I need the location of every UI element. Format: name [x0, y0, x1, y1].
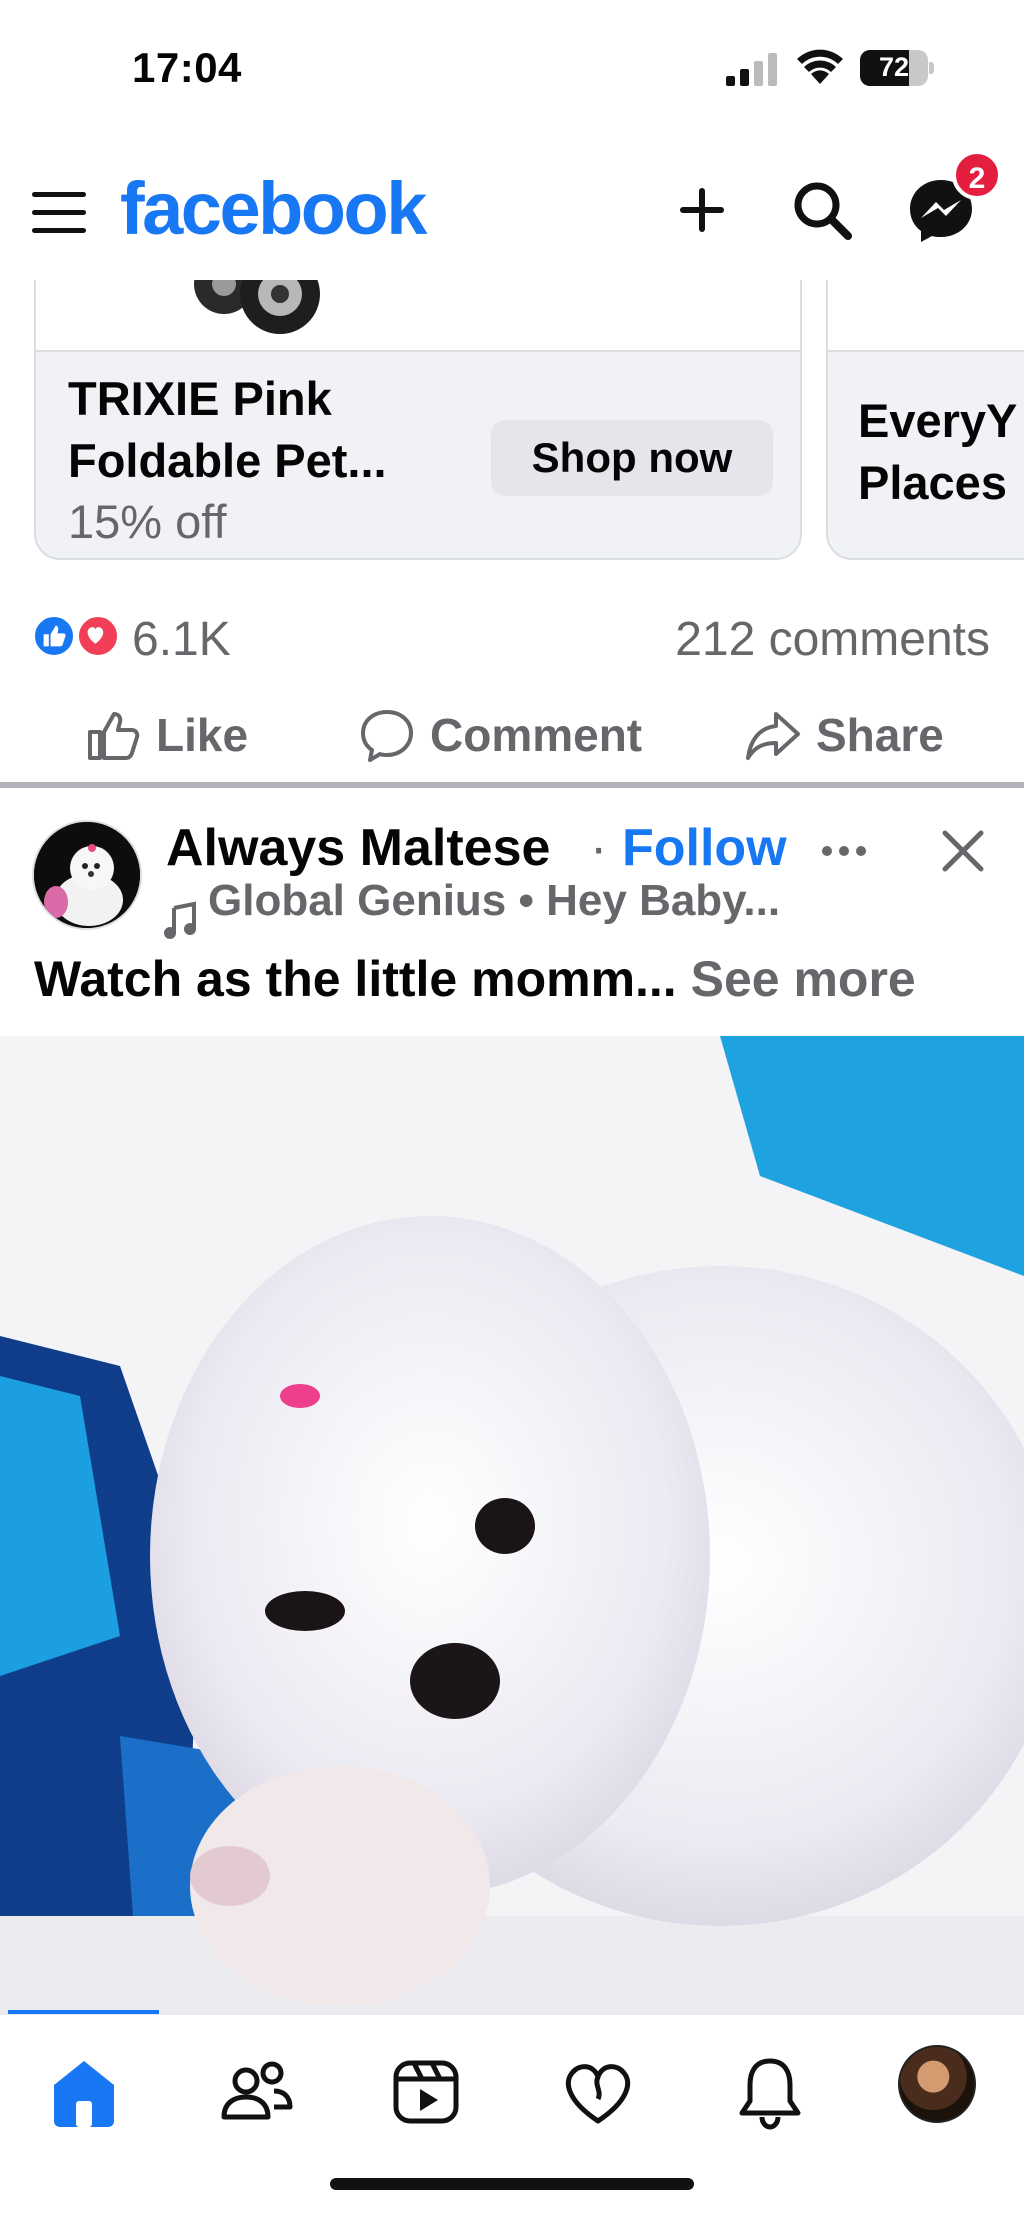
facebook-logo[interactable]: facebook	[120, 166, 427, 251]
comment-button[interactable]: Comment	[358, 698, 642, 772]
audio-track[interactable]: Global Genius • Hey Baby...	[208, 876, 780, 926]
home-indicator[interactable]	[330, 2178, 694, 2190]
app-header: facebook	[0, 150, 1024, 280]
ad-title[interactable]: TRIXIE Pink Foldable Pet...	[68, 368, 488, 492]
maltese-dog-image	[0, 1036, 1024, 2014]
cellular-signal-icon	[726, 53, 777, 86]
notifications-icon[interactable]	[730, 2051, 810, 2131]
battery-tip	[929, 62, 934, 74]
comment-count[interactable]: 212 comments	[675, 612, 990, 667]
share-icon	[746, 712, 800, 760]
post-caption[interactable]: Watch as the little momm... See more	[34, 950, 916, 1008]
shop-now-button[interactable]: Shop now	[491, 420, 773, 496]
battery-body: 72	[860, 50, 928, 86]
caption-text: Watch as the little momm...	[34, 951, 677, 1007]
dating-icon[interactable]	[558, 2051, 638, 2131]
friends-icon[interactable]	[216, 2051, 296, 2131]
feed-divider	[0, 782, 1024, 788]
more-options-icon[interactable]	[820, 844, 868, 858]
close-icon[interactable]	[940, 828, 986, 874]
ad-card-next[interactable]: EveryY Places	[826, 280, 1024, 560]
share-label: Share	[816, 709, 944, 761]
post-video[interactable]	[0, 1036, 1024, 2014]
ad-card[interactable]: TRIXIE Pink Foldable Pet... 15% off Shop…	[34, 280, 802, 560]
plus-icon[interactable]	[676, 184, 728, 236]
status-time: 17:04	[132, 44, 242, 91]
reactions-summary[interactable]: 6.1K 212 comments	[0, 600, 1024, 680]
ad-title-line: EveryY	[858, 394, 1018, 447]
like-button[interactable]: Like	[84, 698, 248, 772]
follow-button[interactable]: Follow	[622, 818, 787, 878]
separator-dot: ·	[590, 819, 608, 877]
video-icon[interactable]	[386, 2051, 466, 2131]
love-reaction-icon	[76, 614, 120, 658]
ad-title-line: Places	[858, 456, 1007, 509]
see-more-link[interactable]: See more	[691, 951, 916, 1007]
profile-avatar[interactable]	[898, 2045, 976, 2123]
comment-label: Comment	[430, 709, 643, 761]
messenger-badge: 2	[952, 150, 1002, 200]
menu-line	[32, 228, 86, 233]
ad-carousel[interactable]: TRIXIE Pink Foldable Pet... 15% off Shop…	[0, 280, 1024, 582]
share-button[interactable]: Share	[744, 698, 944, 772]
music-note-icon	[164, 901, 196, 939]
post-header: Always Maltese · Follow Global Genius • …	[0, 800, 1024, 1030]
home-icon[interactable]	[44, 2051, 124, 2131]
stroller-wheels-icon	[194, 280, 320, 334]
ad-title[interactable]: EveryY Places	[858, 390, 1024, 514]
like-label: Like	[156, 709, 249, 761]
comment-icon	[361, 710, 413, 762]
battery-level: 72	[878, 52, 910, 82]
product-image[interactable]	[828, 280, 1024, 352]
search-icon[interactable]	[790, 178, 854, 242]
page-avatar[interactable]	[32, 820, 142, 930]
menu-line	[32, 192, 86, 197]
menu-icon[interactable]	[32, 186, 88, 238]
page-name[interactable]: Always Maltese	[166, 818, 550, 878]
wifi-icon	[797, 49, 843, 84]
product-image[interactable]	[36, 280, 800, 352]
thumbs-up-icon	[88, 712, 140, 760]
like-reaction-icon	[32, 614, 76, 658]
ad-discount: 15% off	[68, 495, 227, 548]
menu-line	[32, 210, 86, 215]
battery-indicator: 72	[860, 50, 934, 86]
post-actions: Like Comment Share	[0, 690, 1024, 780]
status-bar: 17:04 72	[0, 0, 1024, 135]
reaction-count[interactable]: 6.1K	[132, 612, 231, 667]
